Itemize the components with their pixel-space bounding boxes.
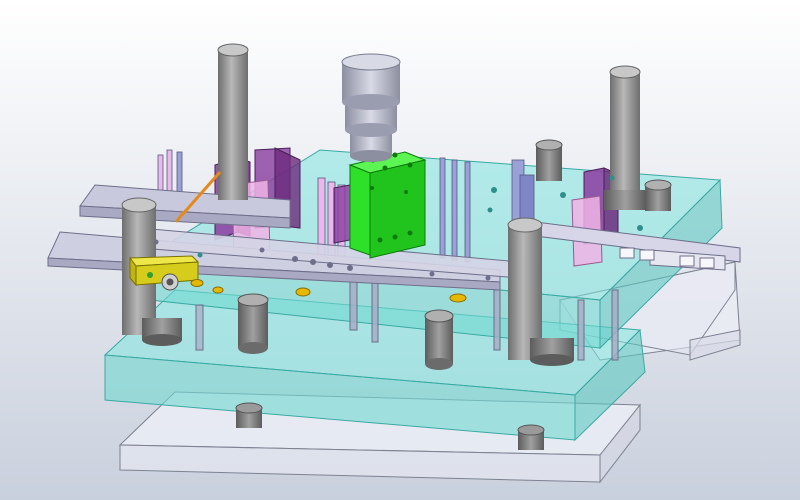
cad-viewport	[0, 0, 800, 500]
guide-pillar-back-right	[604, 65, 646, 210]
bushing-base-right	[517, 424, 545, 450]
bushing-mid-lower	[424, 309, 454, 370]
purple-block-mid	[333, 184, 351, 244]
punch-block	[348, 151, 427, 259]
guide-pillar-back-left	[217, 43, 249, 200]
die-assembly-drawing	[0, 0, 800, 500]
bushing-base-left	[235, 402, 263, 428]
bushing-left-lower	[237, 293, 269, 354]
bushing-rear	[535, 139, 563, 181]
punch-holder	[341, 53, 401, 162]
bushing-right-rear	[644, 179, 672, 211]
